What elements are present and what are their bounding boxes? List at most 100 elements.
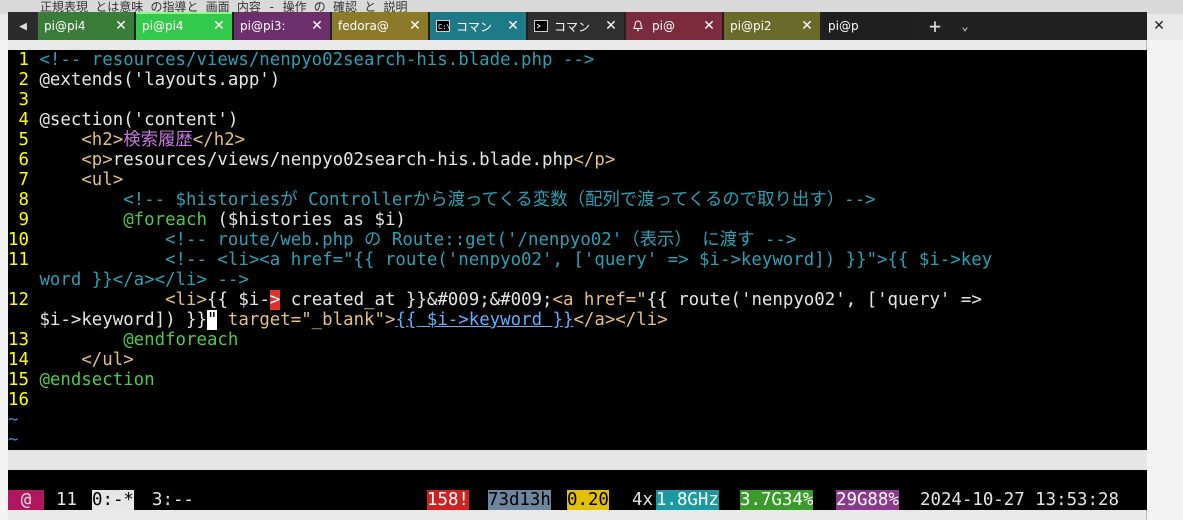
code-token: target="_blank"> [217,310,396,330]
maximize-button[interactable]: ☐ [1090,12,1134,40]
gutter-space [29,190,39,210]
code-token: @extends('layouts.app') [39,70,281,90]
tmux-uptime: 73d13h [488,490,551,510]
code-line: 6 <p>resources/views/nenpyo02search-his.… [8,150,615,170]
tab-label: コマン [456,19,493,34]
tab-1[interactable]: pi@pi4 ✕ [38,12,134,40]
gutter-space [29,370,39,390]
code-token: {{ $i- [206,290,270,310]
gutter-space [29,350,39,370]
code-line: 8 <!-- $historiesが Controllerから渡ってくる変数（配… [8,190,876,210]
code-token: 検索履歴 [123,130,193,150]
line-number [8,270,29,290]
tmux-window-3[interactable]: 3:-- [152,490,194,510]
gutter-space [29,70,39,90]
gutter-space [29,90,39,110]
tmux-memory: 3.7G34% [740,490,814,510]
code-token: @foreach [123,210,207,230]
tab-label: pi@p [828,19,859,33]
tab-close-icon[interactable]: ✕ [212,18,226,34]
line-number: 13 [8,330,29,350]
background-left-edge [0,40,8,520]
code-line: 12 <li>{{ $i-> created_at }}&#009;&#009;… [8,290,982,310]
line-number: 8 [8,190,29,210]
tab-6[interactable]: コマン ✕ [528,12,624,40]
tab-label: コマン [554,19,591,34]
code-token: $i->keyword]) }} [39,310,207,330]
minimize-button[interactable]: — [1040,12,1084,40]
tab-label: pi@pi2 [730,19,772,33]
line-number: 6 [8,150,29,170]
tmux-load: 0.20 [567,490,609,510]
code-line: 3 [8,90,39,110]
code-token: <p> [39,150,113,170]
close-window-button[interactable]: ✕ [1137,12,1181,40]
new-tab-button[interactable]: + [920,12,950,40]
gutter-space [29,270,39,290]
tab-8[interactable]: pi@pi2 ✕ [724,12,820,40]
tab-close-icon[interactable]: ✕ [114,18,128,34]
error-highlight: > [269,290,281,310]
tmux-window-0[interactable]: 0:-* [92,490,134,510]
code-token: </h2> [192,130,246,150]
tmux-cpu-freq: 1.8GHz [656,490,719,510]
tab-close-icon[interactable]: ✕ [702,18,716,34]
tab-4[interactable]: fedora@ ✕ [332,12,428,40]
code-line: 11 <!-- <li><a href="{{ route('nenpyo02'… [8,250,992,270]
code-line: 10 <!-- route/web.php の Route::get('/nen… [8,230,796,250]
gutter-space [29,290,39,310]
code-token: <li> [39,290,207,310]
gutter-space [29,330,39,350]
code-line: 2 @extends('layouts.app') [8,70,280,90]
terminal-icon [534,20,548,32]
tmux-cpu-count: 4x [632,490,653,510]
tab-3[interactable]: pi@pi3: ✕ [234,12,330,40]
bell-icon [632,20,646,32]
code-line: 4 @section('content') [8,110,238,130]
gutter-space [29,390,39,410]
tab-close-icon[interactable]: ✕ [310,18,324,34]
line-number: 16 [8,390,29,410]
tmux-disk: 29G88% [836,490,899,510]
tab-2[interactable]: pi@pi4 ✕ [136,12,232,40]
tab-close-icon[interactable]: ✕ [604,18,618,34]
tmux-status-bar: @ 11 0:-* 3:-- 158! 73d13h 0.20 4x 1.8GH… [8,490,1147,510]
code-token: <!-- $historiesが Controllerから渡ってくる変数（配列で… [39,190,876,210]
background-right-panel [1146,40,1183,520]
tab-close-icon[interactable]: ✕ [800,18,814,34]
line-number: 12 [8,290,29,310]
code-line: $i->keyword]) }}" target="_blank">{{ $i-… [8,310,668,330]
tab-dropdown-button[interactable]: ⌄ [950,12,980,40]
tab-label: pi@ [652,19,675,33]
gutter-space [29,310,39,330]
code-line: 16 [8,390,39,410]
code-token: </ul> [39,350,134,370]
tab-label: fedora@ [338,19,389,33]
terminal-pane[interactable]: resources/views/nenpyo02search-his.blade… [8,50,1147,510]
svg-text:C:\: C:\ [438,23,450,31]
tab-label: pi@pi3: [240,19,286,33]
tab-close-icon[interactable]: ✕ [506,18,520,34]
tab-close-icon[interactable]: ✕ [408,18,422,34]
scroll-tabs-left-button[interactable]: ◀ [8,12,38,40]
line-number: 7 [8,170,29,190]
code-token: resources/views/nenpyo02search-his.blade… [112,150,574,170]
code-line: 9 @foreach ($histories as $i) [8,210,405,230]
line-number: 5 [8,130,29,150]
line-number: 1 [8,50,29,70]
code-line: 13 @endforeach [8,330,238,350]
gutter-space [29,130,39,150]
line-number: 2 [8,70,29,90]
code-token: created_at }}&#009;&#009; [280,290,553,310]
tab-5[interactable]: C:\ コマン ✕ [430,12,526,40]
line-number: 10 [8,230,29,250]
text-cursor: " [206,310,218,330]
gutter-space [29,230,39,250]
tab-7[interactable]: pi@ ✕ [626,12,722,40]
code-token: @section('content') [39,110,239,130]
tab-9[interactable]: pi@p [822,12,918,40]
tmux-datetime: 2024-10-27 13:53:28 [920,490,1119,510]
code-token: </a></li> [573,310,668,330]
gutter-space [29,250,39,270]
